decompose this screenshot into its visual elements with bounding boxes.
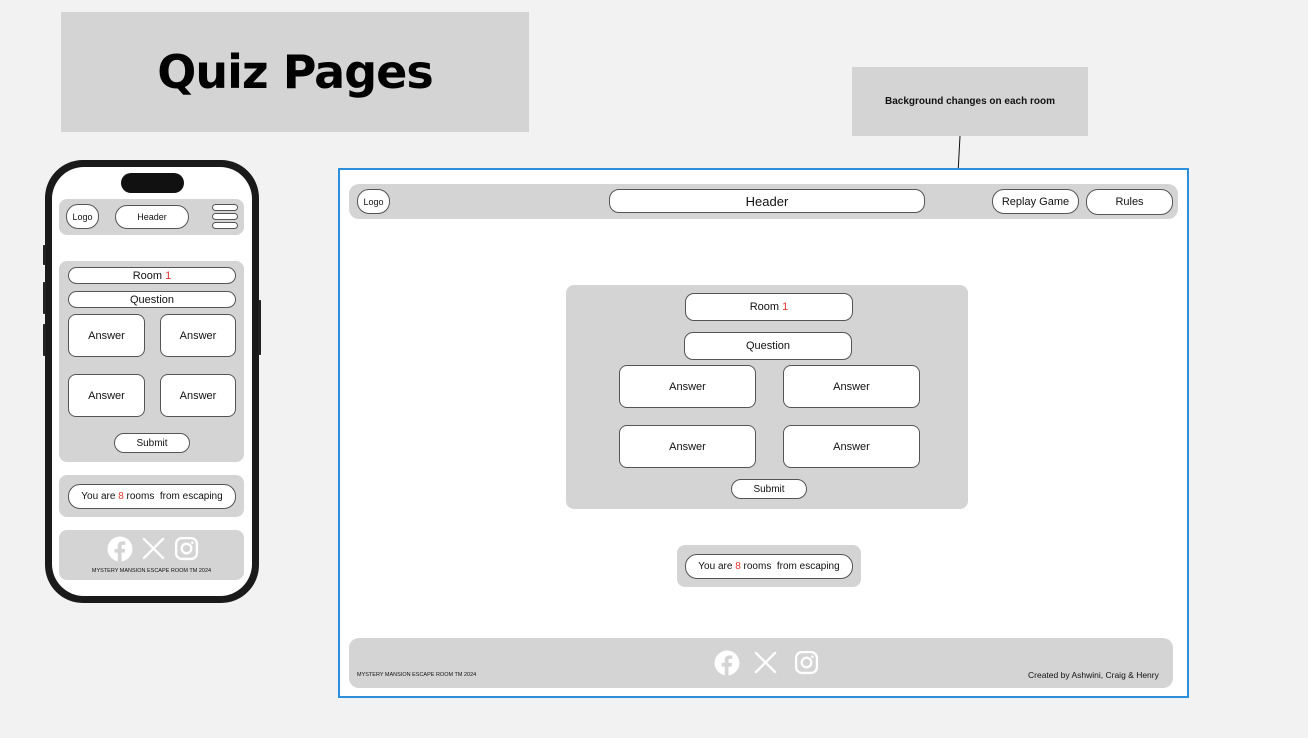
mobile-header-title: Header [115,205,189,229]
mobile-room-indicator: Room 1 [68,267,236,284]
mobile-logo[interactable]: Logo [66,204,99,229]
mobile-answer-button[interactable]: Answer [160,374,236,417]
progress-prefix: You are [698,561,733,572]
mobile-footer-text: MYSTERY MANSION ESCAPE ROOM TM 2024 [91,568,212,574]
annotation-note: Background changes on each room [852,67,1088,136]
room-label: Room [132,269,163,282]
phone-side-button [43,324,46,356]
progress-suffix: rooms from escaping [743,561,840,572]
progress-count: 8 [735,561,741,572]
phone-side-button [43,245,46,265]
desktop-submit-button[interactable]: Submit [731,479,807,499]
desktop-answer-button[interactable]: Answer [619,425,756,468]
x-icon[interactable] [142,537,165,560]
rules-button[interactable]: Rules [1086,189,1173,215]
mobile-progress-text: You are 8 rooms from escaping [68,484,236,509]
desktop-header-title: Header [609,189,925,213]
desktop-progress-text: You are 8 rooms from escaping [685,554,853,579]
desktop-answer-button[interactable]: Answer [783,365,920,408]
mobile-answer-button[interactable]: Answer [68,374,145,417]
room-number: 1 [165,269,172,282]
page-title: Quiz Pages [157,45,433,99]
phone-side-button [258,300,261,355]
mobile-answer-button[interactable]: Answer [160,314,236,357]
phone-side-button [43,282,46,314]
desktop-logo[interactable]: Logo [357,189,390,214]
mobile-submit-button[interactable]: Submit [114,433,190,453]
instagram-icon[interactable] [174,536,199,561]
instagram-icon[interactable] [794,650,819,675]
desktop-room-indicator: Room 1 [685,293,853,321]
replay-game-button[interactable]: Replay Game [992,189,1079,214]
desktop-footer-credits: Created by Ashwini, Craig & Henry [1028,670,1159,680]
annotation-text: Background changes on each room [884,96,1056,107]
facebook-icon[interactable] [714,650,740,676]
progress-suffix: rooms from escaping [126,491,223,502]
desktop-question: Question [684,332,852,360]
facebook-icon[interactable] [107,536,133,562]
title-banner: Quiz Pages [61,12,529,132]
mobile-question: Question [68,291,236,308]
mobile-answer-button[interactable]: Answer [68,314,145,357]
x-icon[interactable] [754,651,777,674]
progress-prefix: You are [81,491,116,502]
desktop-footer-copyright: MYSTERY MANSION ESCAPE ROOM TM 2024 [357,672,477,678]
room-number: 1 [782,301,789,313]
room-label: Room [749,301,780,313]
progress-count: 8 [118,491,124,502]
desktop-answer-button[interactable]: Answer [619,365,756,408]
desktop-answer-button[interactable]: Answer [783,425,920,468]
hamburger-menu-icon[interactable] [212,204,238,231]
phone-notch [121,173,184,193]
